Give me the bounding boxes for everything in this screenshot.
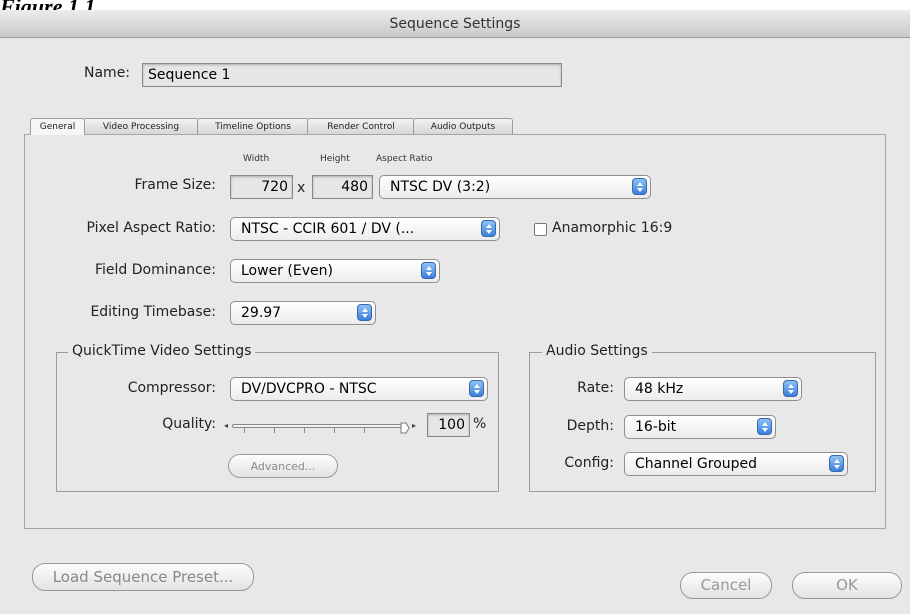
load-sequence-preset-button[interactable]: Load Sequence Preset... [32, 563, 254, 591]
audio-group-title: Audio Settings [542, 343, 652, 359]
popup-arrows-icon [421, 262, 436, 279]
ok-button[interactable]: OK [792, 572, 902, 599]
depth-popup[interactable]: 16-bit [624, 415, 776, 439]
name-label: Name: [84, 65, 131, 81]
rate-label: Rate: [577, 380, 614, 396]
config-popup[interactable]: Channel Grouped [624, 452, 848, 476]
popup-arrows-icon [469, 380, 484, 397]
height-header: Height [320, 154, 350, 164]
pixel-aspect-label: Pixel Aspect Ratio: [86, 220, 217, 236]
width-field[interactable]: 720 [230, 175, 293, 199]
pixel-aspect-value: NTSC - CCIR 601 / DV (... [241, 221, 415, 237]
slider-tick [334, 428, 335, 433]
quality-unit: % [473, 416, 487, 432]
quality-slider[interactable]: ◂ ▸ [224, 417, 418, 435]
config-label: Config: [564, 455, 614, 471]
cancel-button[interactable]: Cancel [680, 572, 772, 599]
field-dominance-label: Field Dominance: [95, 262, 216, 278]
popup-arrows-icon [757, 418, 772, 435]
rate-popup[interactable]: 48 kHz [624, 377, 802, 401]
name-field[interactable]: Sequence 1 [142, 63, 562, 87]
popup-arrows-icon [481, 220, 496, 237]
times-sign: x [297, 180, 306, 196]
slider-thumb[interactable] [400, 419, 410, 434]
tab-general[interactable]: General [30, 118, 85, 135]
slider-track [232, 424, 408, 428]
popup-arrows-icon [357, 304, 372, 321]
popup-arrows-icon [829, 455, 844, 472]
compressor-value: DV/DVCPRO - NTSC [241, 381, 377, 397]
slider-tick [274, 428, 275, 433]
slider-tick [304, 428, 305, 433]
depth-label: Depth: [566, 418, 614, 434]
editing-timebase-label: Editing Timebase: [90, 304, 216, 320]
tab-video-processing[interactable]: Video Processing [83, 118, 199, 134]
quality-field[interactable]: 100 [427, 413, 470, 437]
compressor-popup[interactable]: DV/DVCPRO - NTSC [230, 377, 488, 401]
aspect-ratio-popup[interactable]: NTSC DV (3:2) [379, 175, 651, 199]
field-dominance-value: Lower (Even) [241, 263, 333, 279]
advanced-button[interactable]: Advanced... [228, 454, 338, 478]
popup-arrows-icon [632, 178, 647, 195]
height-field[interactable]: 480 [312, 175, 373, 199]
editing-timebase-value: 29.97 [241, 305, 282, 321]
anamorphic-label: Anamorphic 16:9 [552, 220, 673, 236]
popup-arrows-icon [783, 380, 798, 397]
quicktime-group-title: QuickTime Video Settings [68, 343, 256, 359]
config-value: Channel Grouped [635, 456, 758, 472]
tab-render-control[interactable]: Render Control [307, 118, 415, 134]
quality-label: Quality: [162, 416, 216, 432]
tab-timeline-options[interactable]: Timeline Options [197, 118, 309, 134]
pixel-aspect-popup[interactable]: NTSC - CCIR 601 / DV (... [230, 217, 500, 241]
rate-value: 48 kHz [635, 381, 684, 397]
aspect-ratio-header: Aspect Ratio [376, 154, 433, 164]
anamorphic-checkbox[interactable] [534, 223, 547, 236]
slider-tick [244, 428, 245, 433]
editing-timebase-popup[interactable]: 29.97 [230, 301, 376, 325]
window-title: Sequence Settings [389, 16, 521, 32]
slider-max-icon: ▸ [412, 421, 417, 430]
slider-min-icon: ◂ [224, 421, 229, 430]
depth-value: 16-bit [635, 419, 677, 435]
width-header: Width [243, 154, 270, 164]
aspect-ratio-value: NTSC DV (3:2) [390, 179, 491, 195]
field-dominance-popup[interactable]: Lower (Even) [230, 259, 440, 283]
slider-tick [364, 428, 365, 433]
tab-audio-outputs[interactable]: Audio Outputs [413, 118, 513, 134]
compressor-label: Compressor: [127, 380, 216, 396]
frame-size-label: Frame Size: [134, 177, 216, 193]
